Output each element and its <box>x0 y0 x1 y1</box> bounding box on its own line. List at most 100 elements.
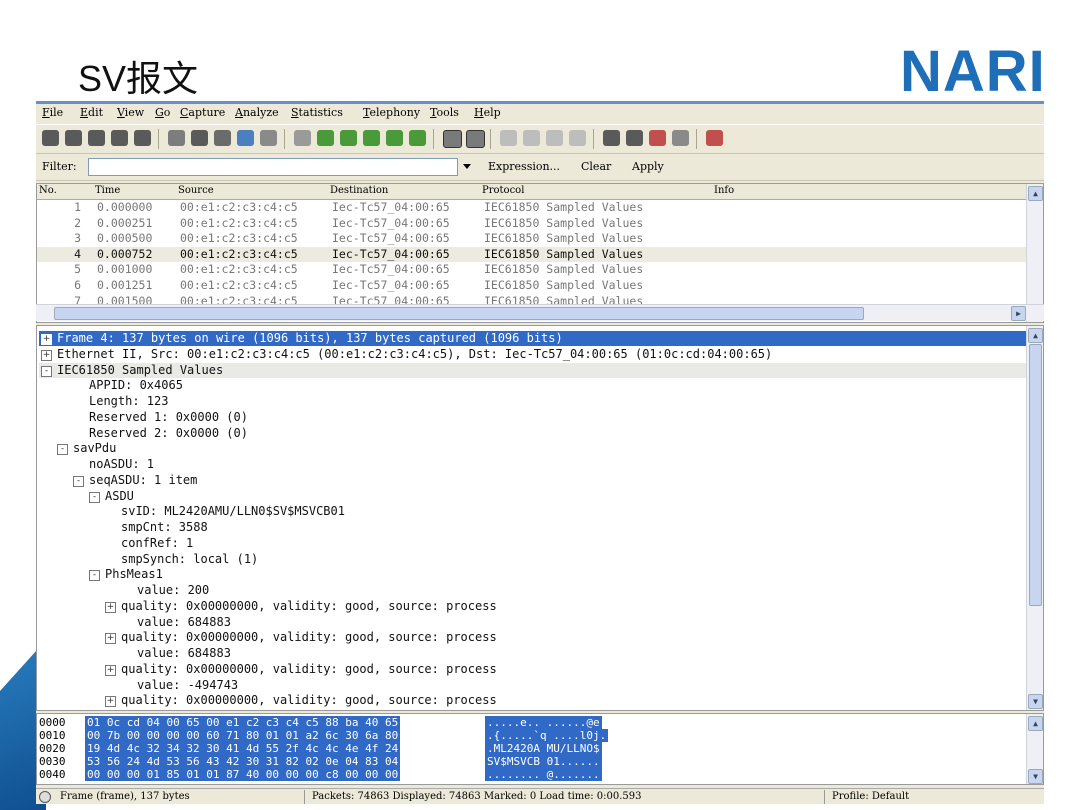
detail-tree-item[interactable]: APPID: 0x4065 <box>73 378 183 393</box>
colorize-icon[interactable] <box>443 130 462 148</box>
column-header-source[interactable]: Source <box>178 185 214 196</box>
save-file-icon[interactable] <box>191 130 208 146</box>
detail-tree-item[interactable]: - IEC61850 Sampled Values <box>39 362 1027 378</box>
packet-row[interactable]: 6 0.001251 00:e1:c2:c3:c4:c5 Iec-Tc57_04:00… <box>37 278 1029 293</box>
print-icon[interactable] <box>260 130 277 146</box>
hex-bytes[interactable]: 19 4d 4c 32 34 32 30 41 4d 55 2f 4c 4c 4… <box>85 742 401 755</box>
detail-tree-item[interactable]: confRef: 1 <box>105 536 193 551</box>
column-header-no[interactable]: No. <box>39 185 57 196</box>
resize-columns-icon[interactable] <box>569 130 586 146</box>
scroll-right-icon[interactable]: ▶ <box>1011 306 1026 321</box>
expert-info-icon[interactable] <box>39 791 51 803</box>
detail-tree-item[interactable]: value: 200 <box>121 583 209 598</box>
column-header-protocol[interactable]: Protocol <box>482 185 524 196</box>
hex-bytes[interactable]: 01 0c cd 04 00 65 00 e1 c2 c3 c4 c5 88 b… <box>85 716 401 729</box>
hscroll-thumb[interactable] <box>54 307 864 320</box>
expand-icon[interactable]: + <box>105 696 116 708</box>
column-header-info[interactable]: Info <box>714 185 734 196</box>
restart-capture-icon[interactable] <box>134 130 151 146</box>
detail-tree-item[interactable]: svID: ML2420AMU/LLN0$SV$MSVCB01 <box>105 504 345 519</box>
collapse-icon[interactable]: - <box>41 365 52 377</box>
hex-ascii[interactable]: ........ @....... <box>485 768 602 781</box>
menu-file[interactable]: File <box>42 106 63 119</box>
detail-tree-item[interactable]: Length: 123 <box>73 394 168 409</box>
go-first-icon[interactable] <box>386 130 403 146</box>
detail-tree-item[interactable]: value: 684883 <box>121 615 231 630</box>
scroll-up-icon[interactable]: ▲ <box>1028 186 1043 201</box>
column-header-destination[interactable]: Destination <box>330 185 388 196</box>
detail-tree-item[interactable]: + quality: 0x00000000, validity: good, so… <box>105 630 497 645</box>
hex-ascii[interactable]: .{.....`q ....l0j. <box>485 729 609 742</box>
start-capture-icon[interactable] <box>88 130 105 146</box>
menu-edit[interactable]: Edit <box>80 106 103 119</box>
vscroll-thumb[interactable] <box>1029 344 1042 606</box>
expand-icon[interactable]: + <box>105 633 116 645</box>
apply-button[interactable]: Apply <box>632 160 664 173</box>
hex-bytes[interactable]: 53 56 24 4d 53 56 43 42 30 31 82 02 0e 0… <box>85 755 401 768</box>
capture-filters-icon[interactable] <box>603 130 620 146</box>
go-forward-icon[interactable] <box>340 130 357 146</box>
go-to-packet-icon[interactable] <box>363 130 380 146</box>
detail-tree-item[interactable]: noASDU: 1 <box>73 457 154 472</box>
menu-telephony[interactable]: Telephony <box>363 106 420 119</box>
menu-statistics[interactable]: Statistics <box>291 106 343 119</box>
detail-tree-item[interactable]: smpSynch: local (1) <box>105 552 258 567</box>
coloring-rules-icon[interactable] <box>649 130 666 146</box>
status-profile[interactable]: Profile: Default <box>832 791 909 802</box>
details-vscroll[interactable]: ▲ ▼ <box>1026 326 1043 710</box>
menu-capture[interactable]: Capture <box>180 106 225 119</box>
scroll-up-icon[interactable]: ▲ <box>1028 328 1043 343</box>
display-filters-icon[interactable] <box>626 130 643 146</box>
packet-row[interactable]: 4 0.000752 00:e1:c2:c3:c4:c5 Iec-Tc57_04:00… <box>37 246 1029 262</box>
chevron-down-icon[interactable] <box>460 158 474 174</box>
expand-icon[interactable]: + <box>105 601 116 613</box>
detail-tree-item[interactable]: smpCnt: 3588 <box>105 520 208 535</box>
menu-go[interactable]: Go <box>155 106 170 119</box>
expand-icon[interactable]: + <box>105 664 116 676</box>
menu-tools[interactable]: Tools <box>430 106 459 119</box>
hex-bytes[interactable]: 00 00 00 01 85 01 01 87 40 00 00 00 c8 0… <box>85 768 401 781</box>
packet-list-hscroll[interactable]: ▶ <box>36 304 1044 321</box>
detail-tree-item[interactable]: + Frame 4: 137 bytes on wire (1096 bits),… <box>39 331 1027 346</box>
auto-scroll-icon[interactable] <box>466 130 485 148</box>
packet-row[interactable]: 3 0.000500 00:e1:c2:c3:c4:c5 Iec-Tc57_04:00… <box>37 231 1029 246</box>
filter-input[interactable] <box>88 158 458 176</box>
expand-icon[interactable]: + <box>41 334 52 345</box>
menu-help[interactable]: Help <box>474 106 501 119</box>
packet-list-vscroll[interactable]: ▲ ▼ <box>1026 184 1043 322</box>
detail-tree-item[interactable]: value: 684883 <box>121 646 231 661</box>
hex-ascii[interactable]: SV$MSVCB 01...... <box>485 755 602 768</box>
stop-capture-icon[interactable] <box>111 130 128 146</box>
packet-row[interactable]: 2 0.000251 00:e1:c2:c3:c4:c5 Iec-Tc57_04:00… <box>37 216 1029 231</box>
zoom-in-icon[interactable] <box>500 130 517 146</box>
bytes-vscroll[interactable]: ▲ ▼ <box>1026 714 1043 784</box>
scroll-down-icon[interactable]: ▼ <box>1028 769 1043 784</box>
column-header-time[interactable]: Time <box>95 185 120 196</box>
hex-bytes[interactable]: 00 7b 00 00 00 00 60 71 80 01 01 a2 6c 3… <box>85 729 401 742</box>
go-back-icon[interactable] <box>317 130 334 146</box>
preferences-icon[interactable] <box>672 130 689 146</box>
detail-tree-item[interactable]: + quality: 0x00000000, validity: good, so… <box>105 599 497 614</box>
detail-tree-item[interactable]: - savPdu <box>57 441 116 456</box>
find-packet-icon[interactable] <box>294 130 311 146</box>
collapse-icon[interactable]: - <box>89 491 100 503</box>
menu-view[interactable]: View <box>117 106 144 119</box>
detail-tree-item[interactable]: - ASDU <box>89 489 134 504</box>
collapse-icon[interactable]: - <box>57 444 68 456</box>
open-file-icon[interactable] <box>168 130 185 146</box>
capture-options-icon[interactable] <box>65 130 82 146</box>
detail-tree-item[interactable]: + quality: 0x00000000, validity: good, so… <box>105 662 497 677</box>
expand-icon[interactable]: + <box>41 349 52 361</box>
reload-icon[interactable] <box>237 130 254 146</box>
scroll-up-icon[interactable]: ▲ <box>1028 716 1043 731</box>
help-icon[interactable] <box>706 130 723 146</box>
collapse-icon[interactable]: - <box>73 475 84 487</box>
hex-ascii[interactable]: .ML2420A MU/LLNO$ <box>485 742 602 755</box>
detail-tree-item[interactable]: + Ethernet II, Src: 00:e1:c2:c3:c4:c5 (00… <box>41 347 772 362</box>
detail-tree-item[interactable]: - PhsMeas1 <box>89 567 163 582</box>
expression-button[interactable]: Expression... <box>488 160 560 173</box>
go-last-icon[interactable] <box>409 130 426 146</box>
clear-button[interactable]: Clear <box>581 160 611 173</box>
collapse-icon[interactable]: - <box>89 570 100 582</box>
detail-tree-item[interactable]: + quality: 0x00000000, validity: good, so… <box>105 693 497 708</box>
